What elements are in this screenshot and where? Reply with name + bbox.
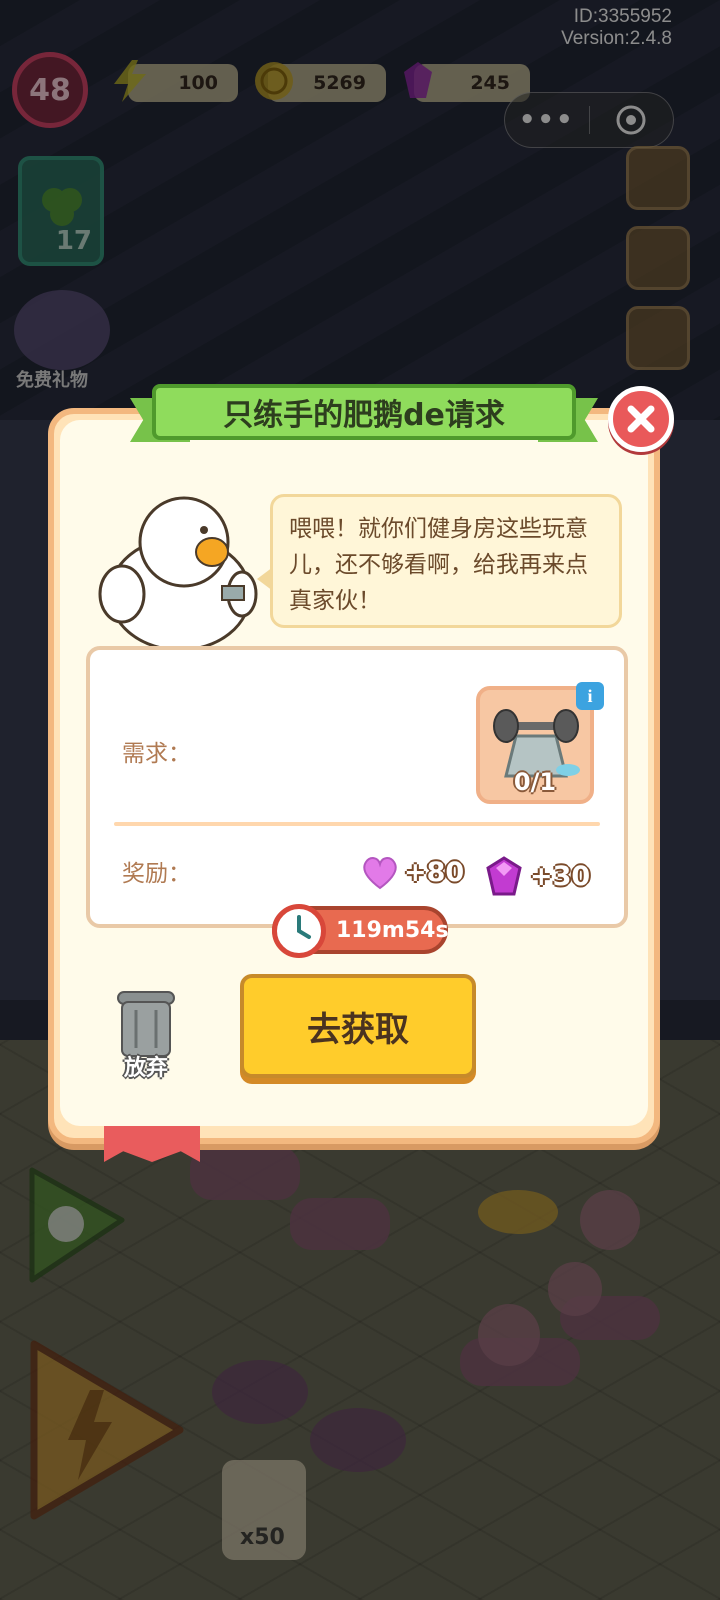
abandon-button[interactable]: 放弃 bbox=[108, 986, 184, 1086]
trash-icon bbox=[117, 991, 175, 1057]
reward-label: 奖励： bbox=[122, 861, 191, 887]
reward-heart: +80 bbox=[360, 854, 464, 890]
dialog-title-ribbon: 只练手的肥鹅de请求 bbox=[130, 384, 598, 444]
requirement-count: 0/1 bbox=[513, 768, 557, 796]
go-get-button[interactable]: 去获取 bbox=[240, 974, 476, 1078]
info-icon[interactable]: i bbox=[576, 682, 604, 710]
time-remaining: 119m54s bbox=[272, 904, 449, 958]
timer-text: 119m54s bbox=[336, 917, 449, 943]
clock-icon bbox=[272, 904, 326, 958]
reward-heart-value: +80 bbox=[404, 856, 465, 888]
reward-gem-value: +30 bbox=[530, 860, 591, 892]
reward-gem: +30 bbox=[482, 854, 590, 898]
gem-icon bbox=[486, 856, 522, 896]
request-dialog: 只练手的肥鹅de请求 喂喂！就你们健身房这些玩意儿，还不够看啊，给我再来点真家伙… bbox=[48, 384, 674, 1162]
close-button[interactable] bbox=[608, 386, 674, 452]
abandon-label: 放弃 bbox=[123, 1056, 168, 1081]
goose-character bbox=[98, 496, 258, 652]
requirement-label: 需求： bbox=[122, 741, 191, 767]
close-icon bbox=[627, 405, 655, 433]
speech-bubble: 喂喂！就你们健身房这些玩意儿，还不够看啊，给我再来点真家伙！ bbox=[257, 494, 622, 628]
requirement-item-slot[interactable]: i 0/1 bbox=[476, 682, 604, 804]
speech-text: 喂喂！就你们健身房这些玩意儿，还不够看啊，给我再来点真家伙！ bbox=[289, 516, 588, 614]
divider bbox=[114, 822, 600, 826]
dialog-title: 只练手的肥鹅de请求 bbox=[223, 398, 505, 433]
go-get-label: 去获取 bbox=[307, 1009, 409, 1050]
request-panel: 需求： i 0/1 奖励： +80 +30 bbox=[86, 646, 628, 928]
heart-icon bbox=[363, 857, 397, 890]
